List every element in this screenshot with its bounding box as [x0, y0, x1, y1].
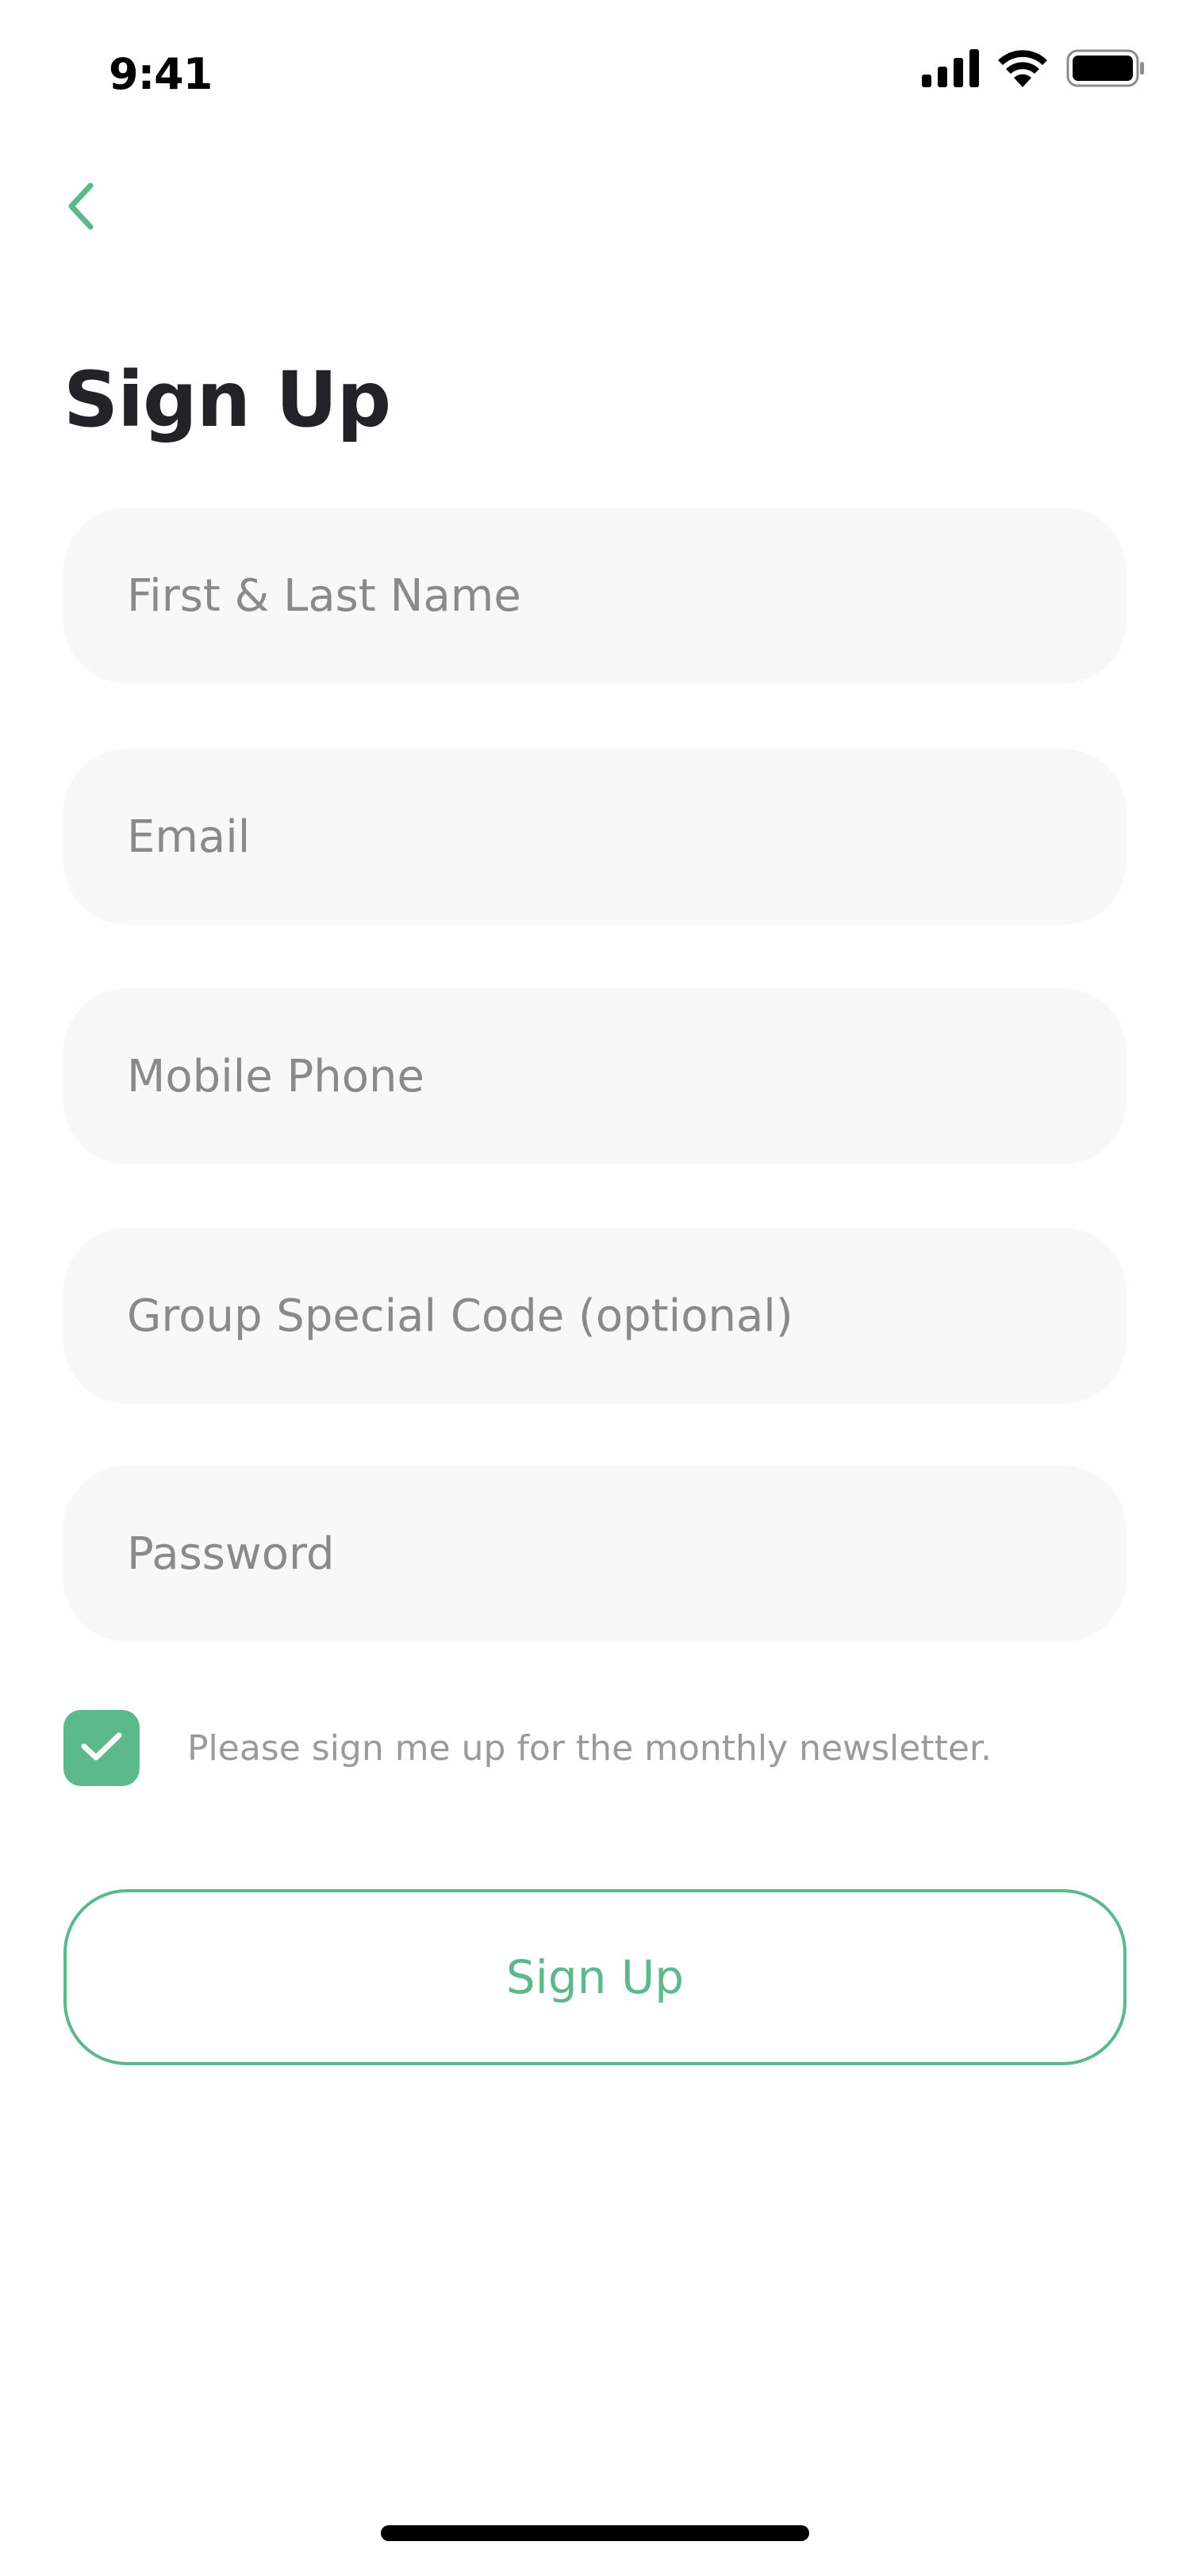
status-bar: 9:41 [0, 0, 1190, 143]
email-field[interactable] [63, 749, 1127, 925]
mobile-phone-field[interactable] [63, 988, 1127, 1164]
back-button[interactable] [49, 176, 113, 240]
mobile-phone-input[interactable] [63, 988, 1127, 1164]
page-title: Sign Up [63, 355, 391, 444]
newsletter-checkbox[interactable] [63, 1710, 140, 1786]
password-field[interactable] [63, 1466, 1127, 1642]
newsletter-label: Please sign me up for the monthly newsle… [187, 1727, 992, 1769]
status-icons [922, 49, 1146, 90]
chevron-left-icon [65, 181, 97, 235]
group-code-input[interactable] [63, 1228, 1127, 1404]
status-time: 9:41 [109, 49, 213, 99]
password-input[interactable] [63, 1466, 1127, 1642]
full-name-field[interactable] [63, 508, 1127, 684]
group-code-field[interactable] [63, 1228, 1127, 1404]
wifi-icon [996, 49, 1049, 90]
email-input[interactable] [63, 749, 1127, 925]
sign-up-button[interactable]: Sign Up [63, 1889, 1127, 2065]
full-name-input[interactable] [63, 508, 1127, 684]
newsletter-option: Please sign me up for the monthly newsle… [63, 1710, 1127, 1786]
home-indicator [381, 2525, 809, 2541]
battery-icon [1066, 49, 1146, 90]
cellular-signal-icon [922, 49, 979, 90]
checkmark-icon [79, 1729, 124, 1767]
